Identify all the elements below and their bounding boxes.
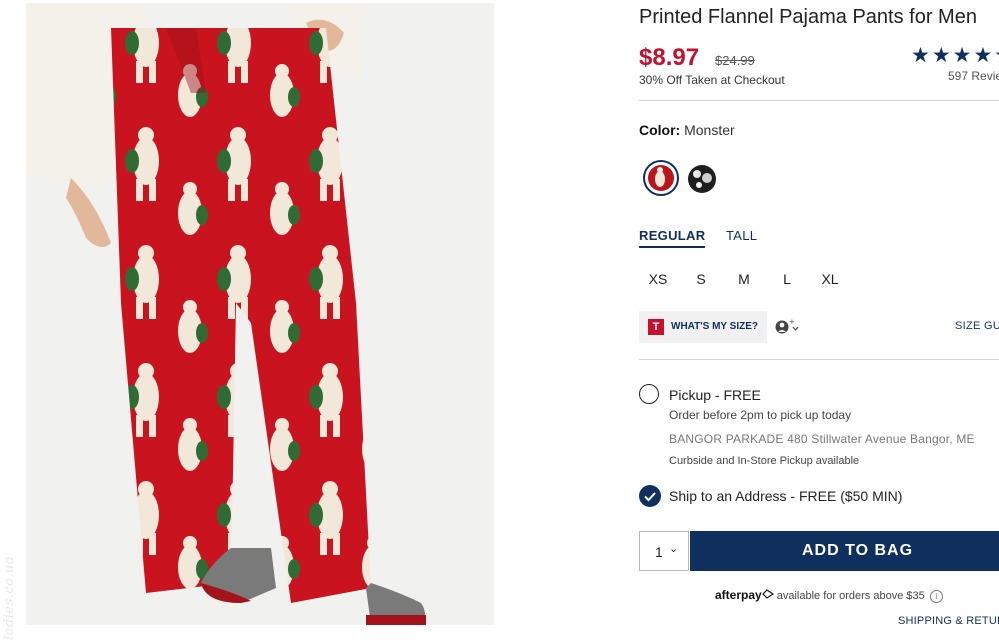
tab-tall[interactable]: TALL [726,228,757,243]
swatch-image [648,165,674,191]
true-fit-logo: T [648,319,664,335]
rating-stars[interactable]: ★★★★★ [911,43,999,68]
add-to-bag-label: ADD TO BAG [802,542,914,559]
divider [639,359,999,360]
pickup-radio[interactable] [639,384,659,404]
info-icon[interactable]: i [929,589,943,603]
afterpay-arrows-icon [761,589,774,599]
quantity-select[interactable]: 1 ⌄ [639,531,689,571]
color-label: Color: [639,122,681,138]
sale-price: $8.97 [639,44,700,71]
size-s-button[interactable]: S [686,271,716,287]
pajama-pants-illustration [26,3,494,625]
size-m-button[interactable]: M [729,271,759,287]
black-print-swatch[interactable] [688,165,716,193]
red-monster-swatch[interactable] [643,160,679,196]
afterpay-text: available for orders above $35 [776,590,925,602]
product-title: Printed Flannel Pajama Pants for Men [639,6,977,28]
whats-my-size-label: WHAT'S MY SIZE? [671,321,759,332]
size-xl-button[interactable]: XL [815,271,845,287]
user-profile-icon[interactable]: + [775,318,801,336]
original-price: $24.99 [715,53,755,68]
checkmark-icon [644,492,656,502]
pickup-note: Order before 2pm to pick up today [669,408,852,422]
shipping-returns-link[interactable]: SHIPPING & RETURNS [898,615,999,627]
whats-my-size-button[interactable]: T WHAT'S MY SIZE? [639,311,767,343]
svg-text:+: + [789,318,795,326]
add-to-bag-button[interactable]: ADD TO BAG [690,531,999,571]
product-image[interactable] [26,3,494,625]
watermark: ladies.co.ua [2,555,17,640]
size-guide-link[interactable]: SIZE GUIDE [955,320,999,332]
size-l-button[interactable]: L [772,271,802,287]
ship-radio-checked[interactable] [639,485,661,507]
quantity-value: 1 [655,544,663,560]
curbside-note: Curbside and In-Store Pickup available [669,455,860,467]
print-pattern-icon [693,170,712,188]
avatar-icon: + [775,318,799,334]
color-selector-label: Color: Monster [639,122,735,138]
color-value: Monster [684,122,735,138]
store-address[interactable]: BANGOR PARKADE 480 Stillwater Avenue Ban… [669,432,975,446]
chevron-down-icon: ⌄ [669,543,679,555]
yeti-icon [655,167,665,187]
afterpay-row: afterpay available for orders above $35 … [715,588,943,603]
reviews-link[interactable]: 597 Reviews [948,69,999,83]
tab-regular[interactable]: REGULAR [639,228,706,248]
afterpay-logo: afterpay [715,588,762,602]
product-details-panel: Printed Flannel Pajama Pants for Men $8.… [639,0,999,641]
ship-label[interactable]: Ship to an Address - FREE ($50 MIN) [669,488,902,504]
size-xs-button[interactable]: XS [643,271,673,287]
divider [639,100,999,101]
pickup-label[interactable]: Pickup - FREE [669,387,761,403]
promo-text: 30% Off Taken at Checkout [639,73,785,87]
